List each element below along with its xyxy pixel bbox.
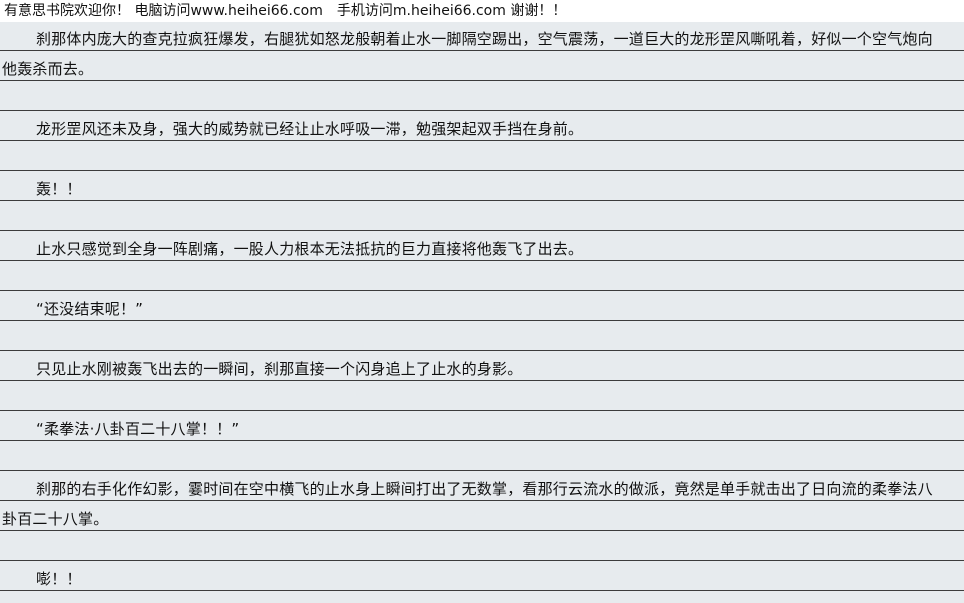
- paragraph: 刹那的右手化作幻影，霎时间在空中横飞的止水身上瞬间打出了无数掌，看那行云流水的做…: [2, 480, 933, 528]
- paragraph: 只见止水刚被轰飞出去的一瞬间，刹那直接一个闪身追上了止水的身影。: [36, 360, 523, 378]
- paragraph: 龙形罡风还未及身，强大的威势就已经让止水呼吸一滞，勉强架起双手挡在身前。: [36, 120, 584, 138]
- paragraph: “还没结束呢！”: [36, 300, 144, 318]
- site-banner: 有意思书院欢迎你！ 电脑访问www.heihei66.com 手机访问m.hei…: [0, 0, 964, 22]
- paragraph: 轰！！: [36, 180, 82, 198]
- paragraph: 嘭！！: [36, 570, 82, 588]
- paragraph: 止水只感觉到全身一阵剧痛，一股人力根本无法抵抗的巨力直接将他轰飞了出去。: [36, 240, 584, 258]
- article-body: 刹那体内庞大的查克拉疯狂爆发，右腿犹如怒龙般朝着止水一脚隔空踢出，空气震荡，一道…: [0, 22, 964, 603]
- paragraph: “柔拳法·八卦百二十八掌！！”: [36, 420, 240, 438]
- paragraph: 刹那体内庞大的查克拉疯狂爆发，右腿犹如怒龙般朝着止水一脚隔空踢出，空气震荡，一道…: [2, 30, 933, 78]
